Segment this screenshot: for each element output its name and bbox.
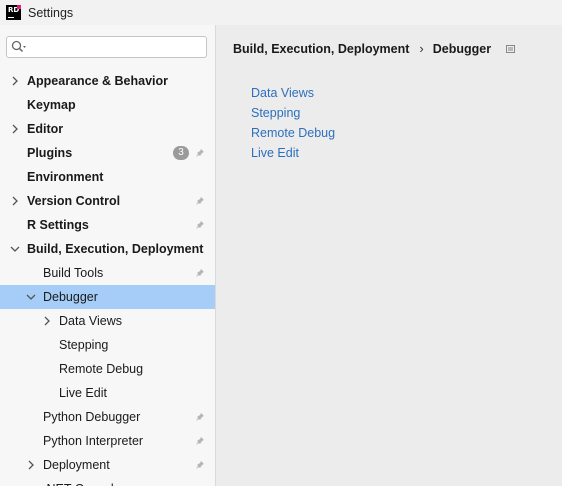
tree-item-label: Live Edit	[59, 386, 107, 400]
title-bar: RD Settings	[0, 0, 562, 25]
tree-item-debugger[interactable]: Debugger	[0, 285, 215, 309]
settings-tree: Appearance & Behavior Keymap Editor Plugins…	[0, 69, 215, 486]
settings-content: Build, Execution, Deployment › Debugger …	[217, 25, 562, 486]
tree-item-plugins[interactable]: Plugins 3	[0, 141, 215, 165]
tree-item-stepping[interactable]: Stepping	[0, 333, 215, 357]
tree-item-editor[interactable]: Editor	[0, 117, 215, 141]
project-level-icon	[196, 221, 204, 229]
chevron-right-icon[interactable]	[10, 123, 20, 135]
project-level-icon	[196, 461, 204, 469]
link-remote-debug[interactable]: Remote Debug	[251, 123, 335, 143]
link-stepping[interactable]: Stepping	[251, 103, 335, 123]
breadcrumb: Build, Execution, Deployment › Debugger	[233, 41, 516, 57]
tree-item-label: Deployment	[43, 458, 110, 472]
tree-item-net-console[interactable]: .NET Console	[0, 477, 215, 486]
tree-item-live-edit[interactable]: Live Edit	[0, 381, 215, 405]
tree-item-label: Debugger	[43, 290, 98, 304]
update-count-badge: 3	[173, 146, 189, 160]
tree-item-label: Plugins	[27, 146, 73, 160]
project-level-icon	[196, 269, 204, 277]
breadcrumb-separator: ›	[419, 41, 424, 56]
search-box[interactable]	[6, 36, 207, 58]
window-title: Settings	[28, 5, 74, 20]
tree-item-label: Remote Debug	[59, 362, 144, 376]
tree-item-label: Stepping	[59, 338, 109, 352]
tree-item-appearance-behavior[interactable]: Appearance & Behavior	[0, 69, 215, 93]
tree-item-label: Editor	[27, 122, 64, 136]
tree-item-label: Build Tools	[43, 266, 104, 280]
link-live-edit[interactable]: Live Edit	[251, 143, 335, 163]
tree-item-deployment[interactable]: Deployment	[0, 453, 215, 477]
chevron-down-icon[interactable]	[26, 291, 36, 303]
tree-item-label: .NET Console	[43, 477, 121, 486]
breadcrumb-current: Debugger	[432, 42, 492, 56]
tree-item-data-views[interactable]: Data Views	[0, 309, 215, 333]
link-data-views[interactable]: Data Views	[251, 83, 335, 103]
tree-item-r-settings[interactable]: R Settings	[0, 213, 215, 237]
project-settings-icon	[506, 45, 516, 53]
tree-item-python-debugger[interactable]: Python Debugger	[0, 405, 215, 429]
tree-item-label: Python Debugger	[43, 410, 141, 424]
tree-item-label: R Settings	[27, 218, 89, 232]
chevron-right-icon[interactable]	[10, 195, 20, 207]
tree-item-build-tools[interactable]: Build Tools	[0, 261, 215, 285]
search-input[interactable]	[31, 39, 201, 55]
tree-item-keymap[interactable]: Keymap	[0, 93, 215, 117]
project-level-icon	[196, 437, 204, 445]
chevron-right-icon[interactable]	[42, 315, 52, 327]
chevron-down-icon[interactable]	[10, 243, 20, 255]
subpage-links: Data Views Stepping Remote Debug Live Ed…	[251, 83, 335, 163]
tree-item-python-interpreter[interactable]: Python Interpreter	[0, 429, 215, 453]
chevron-right-icon[interactable]	[10, 75, 20, 87]
chevron-right-icon[interactable]	[26, 459, 36, 471]
search-icon[interactable]	[11, 40, 27, 54]
project-level-icon	[196, 413, 204, 421]
tree-item-remote-debug[interactable]: Remote Debug	[0, 357, 215, 381]
tree-item-label: Version Control	[27, 194, 121, 208]
tree-item-version-control[interactable]: Version Control	[0, 189, 215, 213]
project-level-icon	[196, 149, 204, 157]
project-level-icon	[196, 197, 204, 205]
tree-item-label: Python Interpreter	[43, 434, 144, 448]
tree-item-label: Build, Execution, Deployment	[27, 242, 204, 256]
settings-sidebar: Appearance & Behavior Keymap Editor Plugins…	[0, 25, 216, 486]
tree-item-environment[interactable]: Environment	[0, 165, 215, 189]
tree-item-label: Data Views	[59, 314, 122, 328]
breadcrumb-parent[interactable]: Build, Execution, Deployment	[233, 41, 409, 57]
tree-item-label: Environment	[27, 170, 104, 184]
tree-item-build-execution-deployment[interactable]: Build, Execution, Deployment	[0, 237, 215, 261]
tree-item-label: Keymap	[27, 98, 76, 112]
rider-logo-icon: RD	[6, 5, 21, 20]
tree-item-label: Appearance & Behavior	[27, 74, 169, 88]
